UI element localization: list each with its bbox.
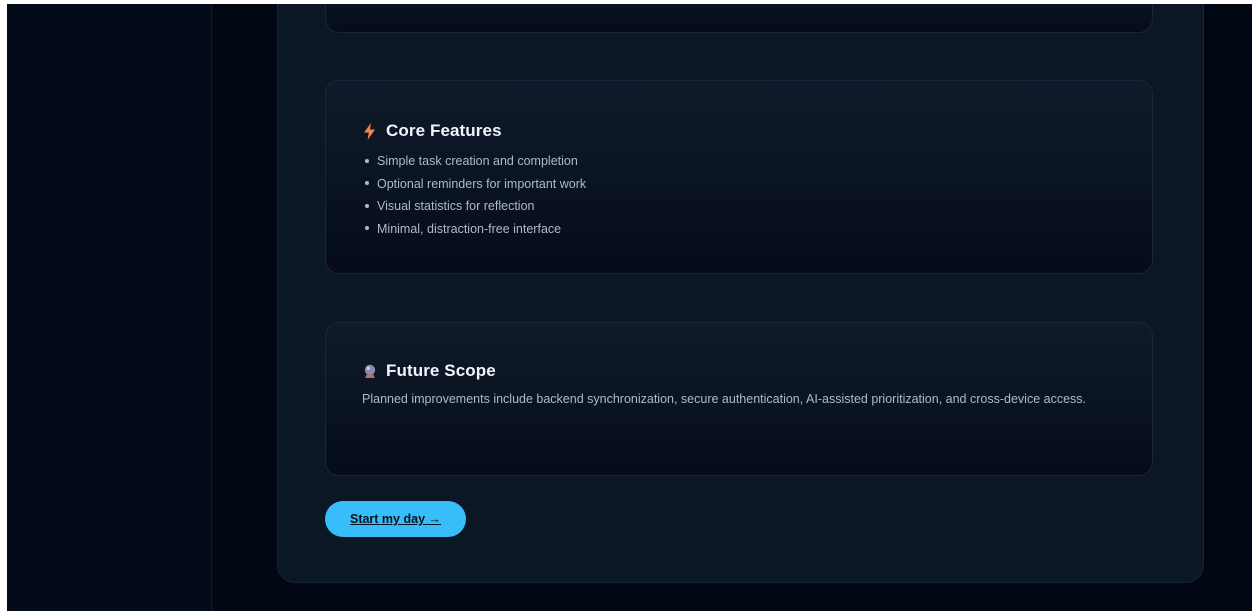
bullet xyxy=(365,181,369,186)
feature-text: Visual statistics for reflection xyxy=(377,199,535,213)
previous-card xyxy=(325,4,1153,33)
bullet xyxy=(365,158,369,163)
side-rail xyxy=(7,4,212,611)
app-viewport: Core Features Simple task creation and c… xyxy=(7,4,1252,611)
feature-text: Simple task creation and completion xyxy=(377,154,578,168)
list-item: Optional reminders for important work xyxy=(363,173,586,196)
feature-list: Simple task creation and completion Opti… xyxy=(363,150,586,240)
bullet xyxy=(365,203,369,208)
list-item: Visual statistics for reflection xyxy=(363,195,586,218)
core-features-heading: Core Features xyxy=(362,121,502,141)
core-features-title: Core Features xyxy=(386,121,502,140)
start-my-day-button[interactable]: Start my day → xyxy=(325,501,466,537)
future-scope-title: Future Scope xyxy=(386,361,496,380)
list-item: Minimal, distraction-free interface xyxy=(363,218,586,241)
main-panel: Core Features Simple task creation and c… xyxy=(277,4,1204,583)
lightning-icon xyxy=(362,122,377,140)
core-features-card: Core Features Simple task creation and c… xyxy=(325,80,1153,274)
feature-text: Optional reminders for important work xyxy=(377,176,587,191)
future-scope-description: Planned improvements include backend syn… xyxy=(362,392,1086,406)
feature-text: Minimal, distraction-free interface xyxy=(377,221,562,236)
list-item: Simple task creation and completion xyxy=(363,150,586,173)
crystal-ball-icon xyxy=(362,362,377,380)
future-scope-heading: Future Scope xyxy=(362,361,496,381)
future-scope-card: Future Scope Planned improvements includ… xyxy=(325,322,1153,476)
bullet xyxy=(365,226,369,231)
